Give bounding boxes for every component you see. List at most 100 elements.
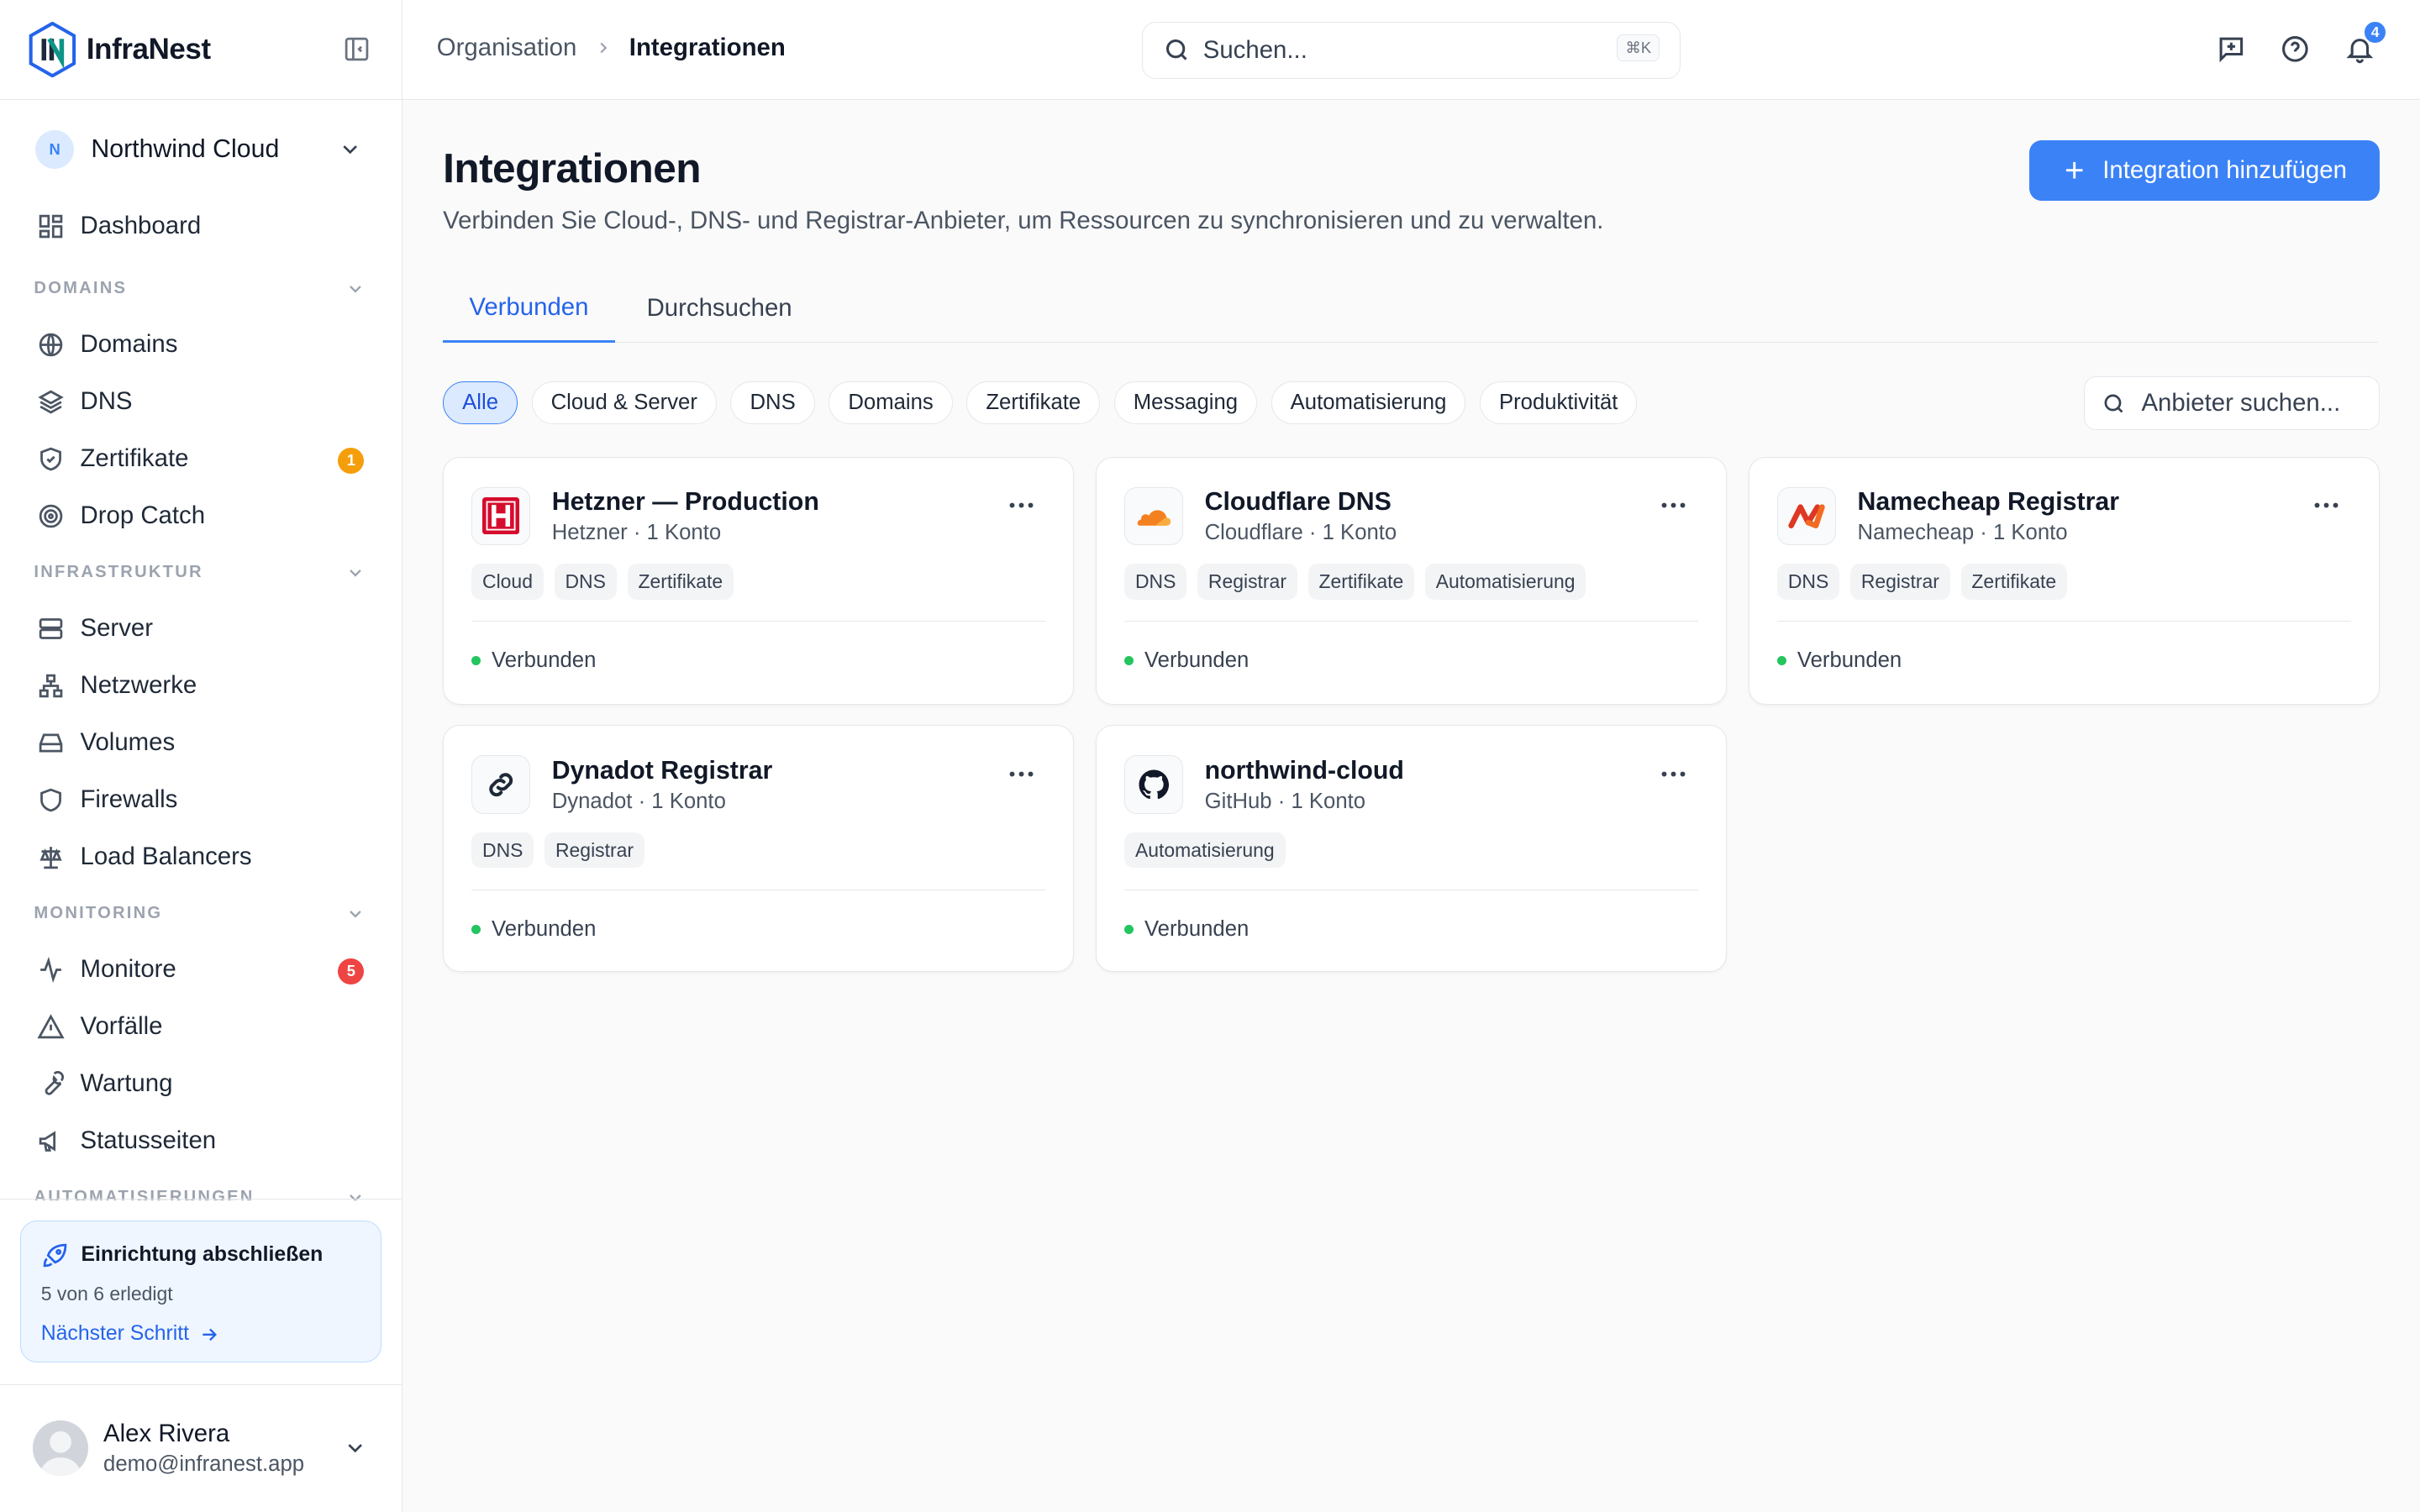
feedback-icon[interactable] [2216,34,2247,65]
integration-card[interactable]: northwind-cloud GitHub · 1 Konto Automatis… [1096,725,1728,973]
sidebar-item-label: Vorfälle [80,1012,163,1041]
provider-search-placeholder: Anbieter suchen... [2141,389,2341,417]
network-icon [37,672,65,700]
add-integration-button[interactable]: Integration hinzufügen [2029,140,2381,201]
github-logo-icon [1124,755,1183,814]
sidebar-item-drop-catch[interactable]: Drop Catch [0,487,402,544]
search-input[interactable]: Suchen... ⌘K [1142,21,1681,79]
brand[interactable]: InfraNest [0,0,402,101]
setup-progress-text: 5 von 6 erledigt [40,1283,173,1305]
cloudflare-logo-icon [1124,486,1183,546]
sidebar-item-monitors[interactable]: Monitore 5 [0,941,402,998]
user-menu[interactable]: Alex Rivera demo@infranest.app [0,1383,403,1512]
main-content: Organisation Integrationen Suchen... ⌘K … [402,0,2420,1512]
chevron-right-icon [594,39,613,57]
chevron-down-icon [345,279,366,299]
page-title: Integrationen [443,144,701,192]
status-label: Verbunden [492,648,597,673]
integration-card[interactable]: Hetzner — Production Hetzner · 1 Konto Clo… [443,456,1075,706]
connection-status: Verbunden [471,917,596,942]
org-switcher[interactable]: N Northwind Cloud [0,100,402,199]
sidebar: InfraNest N Northwind Cloud Dashboard DO… [0,0,403,1512]
sidebar-item-label: Statusseiten [80,1126,217,1155]
more-options-icon[interactable] [1660,769,1687,779]
sidebar-item-status-pages[interactable]: Statusseiten [0,1112,402,1169]
help-icon[interactable] [2280,34,2311,65]
integration-subtitle: Dynadot · 1 Konto [551,789,726,813]
category-tag: Registrar [544,832,644,869]
integration-title: northwind-cloud [1204,756,1404,785]
filter-chip[interactable]: Domains [829,381,953,425]
integration-title: Hetzner — Production [551,488,819,517]
sidebar-item-domains[interactable]: Domains [0,317,402,374]
sidebar-item-label: Load Balancers [80,843,252,871]
filter-chip[interactable]: Alle [443,381,518,425]
chevron-down-icon [343,1436,367,1460]
org-name: Northwind Cloud [91,135,280,164]
section-automations[interactable]: AUTOMATISIERUNGEN [0,1169,402,1200]
filter-chip[interactable]: Cloud & Server [531,381,717,425]
sidebar-item-label: Domains [80,330,178,359]
section-domains[interactable]: DOMAINS [0,260,402,316]
connection-status: Verbunden [471,648,596,673]
section-monitoring[interactable]: MONITORING [0,885,402,941]
tab-browse[interactable]: Durchsuchen [620,275,818,343]
category-tag: Registrar [1197,564,1297,600]
integration-card[interactable]: Namecheap Registrar Namecheap · 1 Konto DN… [1748,456,2381,706]
shield-icon [37,786,65,814]
category-tag: DNS [1124,564,1187,600]
sidebar-item-networks[interactable]: Netzwerke [0,657,402,714]
sidebar-item-incidents[interactable]: Vorfälle [0,998,402,1055]
alert-triangle-icon [37,1013,65,1041]
more-options-icon[interactable] [1660,501,1687,510]
user-email: demo@infranest.app [103,1452,305,1477]
section-infrastructure[interactable]: INFRASTRUKTUR [0,544,402,600]
sidebar-item-load-balancers[interactable]: Load Balancers [0,828,402,885]
sidebar-item-label: DNS [80,387,133,416]
sidebar-collapse-icon[interactable] [343,35,374,66]
setup-title: Einrichtung abschließen [81,1243,324,1267]
globe-icon [37,331,65,359]
integration-subtitle: GitHub · 1 Konto [1204,789,1366,813]
search-shortcut: ⌘K [1617,34,1660,61]
next-step-link[interactable]: Nächster Schritt [41,1322,360,1346]
tab-connected[interactable]: Verbunden [443,275,615,343]
sidebar-item-dns[interactable]: DNS [0,373,402,430]
filter-chip[interactable]: Messaging [1113,381,1258,425]
status-label: Verbunden [1797,648,1902,673]
certificates-count-badge: 1 [338,447,365,474]
provider-search-input[interactable]: Anbieter suchen... [2083,376,2381,431]
sidebar-item-firewalls[interactable]: Firewalls [0,771,402,828]
sidebar-item-server[interactable]: Server [0,600,402,657]
sidebar-item-certificates[interactable]: Zertifikate 1 [0,430,402,487]
integration-card[interactable]: Dynadot Registrar Dynadot · 1 Konto DNS Reg… [443,725,1075,973]
section-label: INFRASTRUKTUR [34,562,203,581]
category-tag: DNS [471,832,534,869]
sidebar-item-label: Drop Catch [80,501,206,530]
sidebar-item-volumes[interactable]: Volumes [0,714,402,771]
hard-drive-icon [37,729,65,757]
filter-chip[interactable]: Produktivität [1479,381,1638,425]
sidebar-nav: Dashboard DOMAINS Domains DNS Zertifikat… [0,197,402,1200]
divider [0,1199,402,1200]
status-label: Verbunden [1144,648,1249,673]
breadcrumb-current: Integrationen [629,34,786,62]
sidebar-item-dashboard[interactable]: Dashboard [0,197,402,255]
more-options-icon[interactable] [1007,769,1035,779]
filter-chip[interactable]: Zertifikate [966,381,1101,425]
filter-chip[interactable]: DNS [730,381,815,425]
integration-subtitle: Namecheap · 1 Konto [1857,520,2068,544]
more-options-icon[interactable] [1007,501,1035,510]
add-integration-label: Integration hinzufügen [2102,155,2347,184]
connection-status: Verbunden [1124,917,1249,942]
more-options-icon[interactable] [2312,501,2340,510]
avatar [32,1420,88,1477]
sidebar-item-maintenance[interactable]: Wartung [0,1055,402,1112]
integration-subtitle: Cloudflare · 1 Konto [1204,520,1397,544]
status-dot [471,656,481,666]
category-tag: Zertifikate [1960,564,2067,600]
integration-card[interactable]: Cloudflare DNS Cloudflare · 1 Konto DNS Reg… [1096,456,1728,706]
breadcrumb-parent[interactable]: Organisation [437,34,577,62]
divider [1124,621,1699,622]
filter-chip[interactable]: Automatisierung [1270,381,1466,425]
